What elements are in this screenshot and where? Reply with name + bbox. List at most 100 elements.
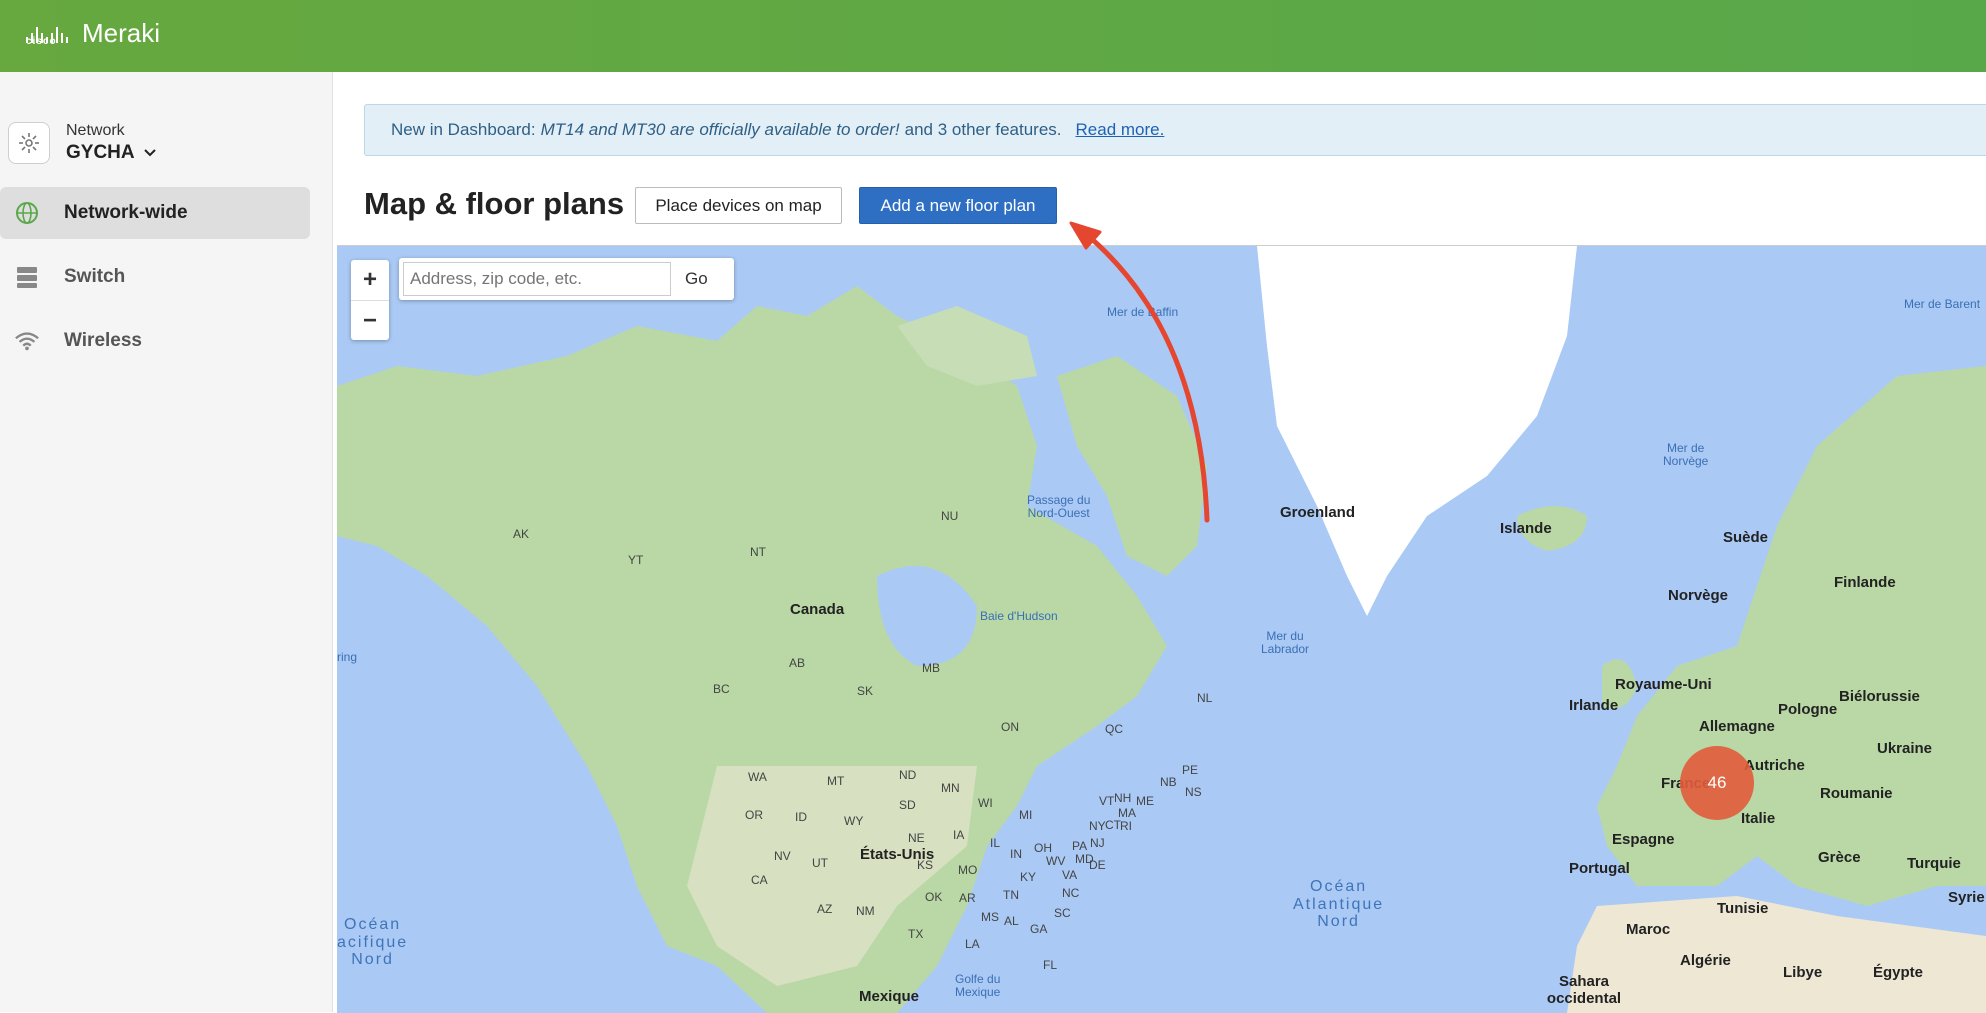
map-label: Autriche	[1744, 757, 1805, 774]
map-label: Islande	[1500, 520, 1552, 537]
map-label: Libye	[1783, 964, 1823, 981]
switch-icon	[14, 264, 40, 290]
region-label: TN	[1003, 888, 1019, 902]
region-label: CT	[1105, 818, 1121, 832]
region-label: NE	[908, 831, 925, 845]
region-label: QC	[1105, 722, 1123, 736]
map-label: Maroc	[1626, 921, 1671, 938]
map-land-shapes	[337, 246, 1986, 1013]
map-label: Irlande	[1569, 697, 1619, 714]
network-label: Network	[66, 122, 125, 139]
top-bar: cisco Meraki	[0, 0, 1986, 72]
region-label: ME	[1136, 794, 1154, 808]
add-floor-plan-button[interactable]: Add a new floor plan	[859, 187, 1057, 224]
meraki-wordmark: Meraki	[82, 18, 161, 48]
map-label: Espagne	[1612, 831, 1675, 848]
sidebar-item-label: Wireless	[64, 330, 142, 351]
wifi-icon	[14, 328, 40, 354]
sidebar: Network GYCHA Network-wide Switch Wirele…	[0, 72, 333, 1012]
water-label: Mer du Labrador	[1261, 629, 1310, 657]
region-label: OH	[1034, 841, 1052, 855]
sidebar-item-wireless[interactable]: Wireless	[0, 315, 310, 367]
region-label: IA	[953, 828, 965, 842]
region-label: UT	[812, 856, 828, 870]
region-label: MO	[958, 863, 978, 877]
map-label: Grèce	[1818, 849, 1861, 866]
map-label: Roumanie	[1820, 785, 1893, 802]
network-icon	[8, 122, 50, 164]
region-label: GA	[1030, 922, 1048, 936]
region-label: KS	[917, 858, 934, 872]
region-label: NU	[941, 509, 959, 523]
map-label: Suède	[1723, 529, 1769, 546]
map-label: Groenland	[1280, 504, 1356, 521]
zoom-out-button[interactable]: −	[351, 301, 389, 341]
map-label: Finlande	[1834, 574, 1896, 591]
region-label: NJ	[1090, 836, 1105, 850]
map-label: Italie	[1741, 810, 1776, 827]
map-label: Mexique	[859, 988, 920, 1005]
region-label: AZ	[817, 902, 833, 916]
ocean-label: Océan acifique Nord	[337, 916, 409, 969]
region-label: NT	[750, 545, 766, 559]
region-label: OR	[745, 808, 763, 822]
map-label: Turquie	[1907, 855, 1961, 872]
region-label: MT	[827, 774, 845, 788]
region-label: ND	[899, 768, 917, 782]
map-label: Syrie	[1948, 889, 1985, 906]
sidebar-item-switch[interactable]: Switch	[0, 251, 310, 303]
sidebar-item-label: Network-wide	[64, 202, 188, 223]
place-devices-button[interactable]: Place devices on map	[635, 187, 842, 224]
cisco-wordmark: cisco	[26, 36, 57, 47]
meraki-logo[interactable]: cisco Meraki	[26, 18, 160, 49]
map-label: Portugal	[1569, 860, 1630, 877]
read-more-link[interactable]: Read more.	[1076, 120, 1165, 140]
region-label: AB	[789, 656, 806, 670]
region-label: MA	[1118, 806, 1136, 820]
region-label: IL	[990, 836, 1001, 850]
water-label: Passage du Nord-Ouest	[1027, 493, 1091, 521]
region-label: WA	[748, 770, 767, 784]
region-label: WY	[844, 814, 864, 828]
region-label: NM	[856, 904, 875, 918]
device-cluster-marker[interactable]: 46	[1680, 746, 1754, 820]
water-label: Baie d'Hudson	[980, 609, 1058, 623]
banner-suffix: and 3 other features.	[904, 120, 1062, 139]
map-label: Biélorussie	[1839, 688, 1920, 705]
address-search-input[interactable]	[403, 262, 671, 296]
region-label: NB	[1160, 775, 1177, 789]
announcement-banner: New in Dashboard: MT14 and MT30 are offi…	[364, 104, 1986, 156]
region-label: MB	[922, 661, 940, 675]
region-label: OK	[925, 890, 943, 904]
go-button[interactable]: Go	[685, 269, 708, 289]
region-label: PA	[1072, 839, 1088, 853]
sidebar-item-network-wide[interactable]: Network-wide	[0, 187, 310, 239]
water-label: Mer de Baffin	[1107, 305, 1179, 319]
region-label: RI	[1120, 819, 1132, 833]
water-label: ring	[337, 650, 358, 664]
zoom-in-button[interactable]: +	[351, 260, 389, 301]
region-label: TX	[908, 927, 924, 941]
region-label: LA	[965, 937, 980, 951]
network-selector[interactable]: Network GYCHA	[8, 122, 157, 164]
region-label: SD	[899, 798, 916, 812]
region-label: VA	[1062, 868, 1078, 882]
chevron-down-icon	[143, 149, 156, 157]
region-label: NL	[1197, 691, 1213, 705]
region-label: PE	[1182, 763, 1199, 777]
banner-prefix: New in Dashboard:	[391, 120, 536, 139]
region-label: AK	[513, 527, 530, 541]
region-label: MS	[981, 910, 999, 924]
region-label: DE	[1089, 858, 1106, 872]
region-label: ON	[1001, 720, 1019, 734]
map-label: Égypte	[1873, 964, 1924, 981]
map-label: Canada	[790, 601, 845, 618]
region-label: KY	[1020, 870, 1037, 884]
region-label: CA	[751, 873, 768, 887]
map-view[interactable]: + − Go Groenland Islande Canada États-Un…	[337, 245, 1986, 1013]
region-label: NY	[1089, 819, 1106, 833]
map-label: Allemagne	[1699, 718, 1775, 735]
zoom-controls: + −	[351, 260, 389, 340]
region-label: BC	[713, 682, 730, 696]
region-label: NC	[1062, 886, 1080, 900]
